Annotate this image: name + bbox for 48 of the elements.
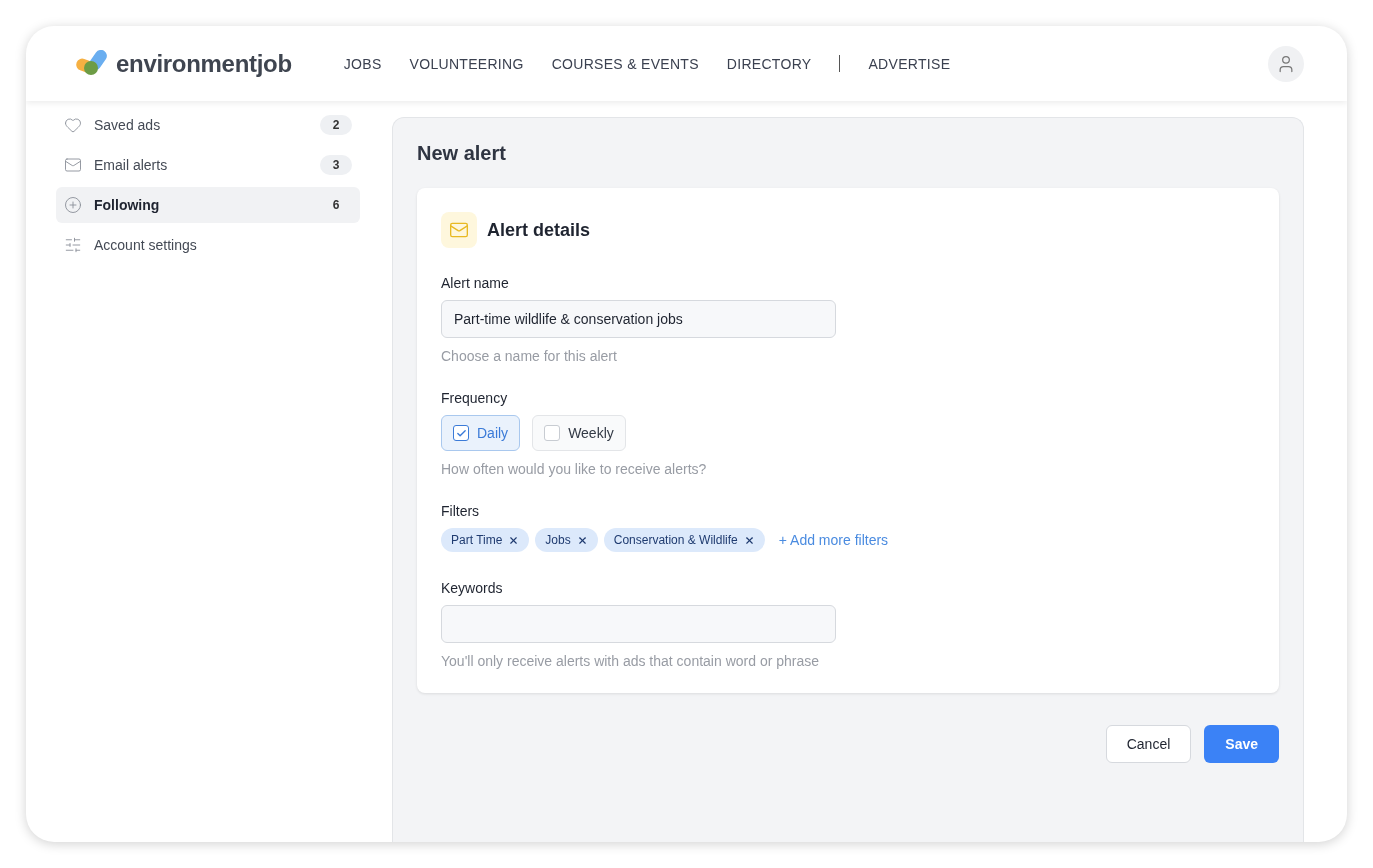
sidebar-label: Saved ads (94, 117, 162, 133)
add-filters-link[interactable]: + Add more filters (778, 532, 889, 548)
logo-text: environmentjob (116, 49, 292, 78)
nav-link[interactable]: DIRECTORY (726, 55, 812, 72)
field-label: Keywords (441, 580, 504, 596)
sidebar-item[interactable]: Account settings (56, 227, 360, 263)
frequency-option[interactable]: Daily (441, 415, 521, 451)
sidebar-icon (64, 236, 82, 254)
field-label: Alert name (441, 275, 510, 291)
mail-icon (441, 212, 477, 248)
nav-link[interactable]: VOLUNTEERING (409, 55, 524, 72)
field-label: Frequency (441, 390, 509, 406)
nav-link[interactable]: ADVERTISE (868, 55, 951, 72)
sidebar-icon (64, 196, 82, 214)
frequency-option[interactable]: Weekly (532, 415, 626, 451)
filter-chip: Part Time (441, 528, 530, 552)
sidebar-item[interactable]: Following 6 (56, 187, 360, 223)
count-badge: 2 (320, 115, 352, 135)
remove-icon[interactable] (743, 534, 755, 546)
checkbox-icon (453, 425, 469, 441)
save-button[interactable]: Save (1204, 725, 1279, 763)
sidebar-item[interactable]: Saved ads 2 (56, 107, 360, 143)
field-hint: You'll only receive alerts with ads that contain word or phrase (441, 653, 821, 669)
field-label: Filters (441, 503, 481, 519)
field-hint: How often would you like to receive alerts? (441, 461, 708, 477)
count-badge: 3 (320, 155, 352, 175)
filter-chip: Jobs (535, 528, 598, 552)
card-title: Alert details (487, 219, 591, 241)
logo-icon (74, 49, 110, 78)
remove-icon[interactable] (576, 534, 588, 546)
remove-icon[interactable] (508, 534, 520, 546)
sidebar-icon (64, 116, 82, 134)
sidebar-label: Account settings (94, 237, 198, 253)
user-avatar-button[interactable] (1268, 45, 1304, 82)
sidebar-label: Email alerts (94, 157, 169, 173)
nav-link[interactable]: COURSES & EVENTS (551, 55, 699, 72)
alert-name-field[interactable]: Part-time wildlife & conservation jobs (441, 300, 836, 338)
keywords-field[interactable] (441, 605, 836, 643)
item-count: 6 (331, 197, 341, 214)
filter-chip: Conservation & Wildlife (603, 528, 765, 552)
field-hint: Choose a name for this alert (441, 348, 618, 364)
cancel-button[interactable]: Cancel (1105, 725, 1192, 763)
nav-link[interactable]: JOBS (343, 55, 382, 72)
sidebar-label: Following (94, 197, 161, 213)
page-title: New alert (417, 142, 507, 165)
checkbox-icon (544, 425, 561, 441)
sidebar-icon (64, 156, 82, 174)
sidebar-item[interactable]: Email alerts 3 (56, 147, 360, 183)
